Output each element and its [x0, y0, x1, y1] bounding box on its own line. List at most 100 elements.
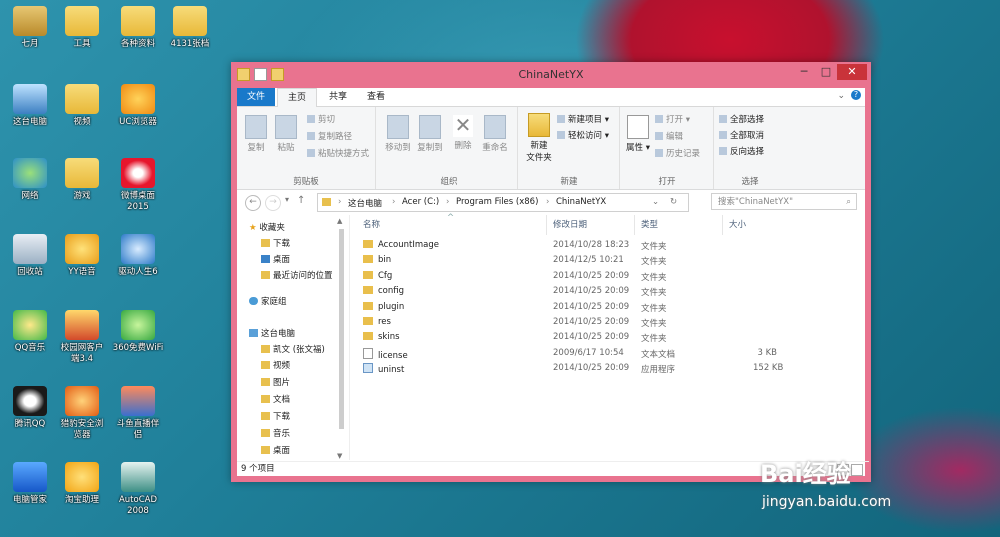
easy-access-button[interactable]: 轻松访问 ▾ [557, 129, 609, 141]
file-row[interactable]: plugin 2014/10/25 20:09 文件夹 [357, 301, 862, 316]
nav-pc-item[interactable]: 桌面 [261, 444, 290, 456]
paste-shortcut-button[interactable]: 粘贴快捷方式 [307, 147, 369, 159]
column-size[interactable]: 大小 [723, 215, 783, 235]
desktop-icon-weibo[interactable]: 微博桌面 2015 [108, 158, 168, 213]
file-row[interactable]: uninst 2014/10/25 20:09 应用程序 152 KB [357, 362, 862, 377]
breadcrumb[interactable]: › 这台电脑 › Acer (C:) › Program Files (x86)… [317, 193, 689, 212]
copy-path-button[interactable]: 复制路径 [307, 130, 352, 142]
file-row[interactable]: res 2014/10/25 20:09 文件夹 [357, 316, 862, 331]
nav-pc-item[interactable]: 下载 [261, 410, 290, 422]
nav-desktop[interactable]: 桌面 [261, 253, 290, 265]
desktop-icon-network[interactable]: 网络 [0, 158, 60, 202]
nav-pc-item[interactable]: 音乐 [261, 427, 290, 439]
desktop-icon-thispc[interactable]: 这台电脑 [0, 84, 60, 128]
up-button[interactable]: ↑ [297, 195, 305, 206]
desktop-icon-video[interactable]: 视频 [52, 84, 112, 128]
delete-button[interactable]: ✕ 删除 [451, 115, 475, 151]
desktop-icon-materials[interactable]: 各种资料 [108, 6, 168, 50]
desktop-icon-qqmusic[interactable]: QQ音乐 [0, 310, 60, 354]
column-name[interactable]: 名称 ^ [357, 213, 547, 235]
open-button[interactable]: 打开 ▾ [655, 113, 690, 125]
tab-home[interactable]: 主页 [277, 88, 318, 107]
file-row[interactable]: skins 2014/10/25 20:09 文件夹 [357, 331, 862, 346]
scroll-down-icon[interactable]: ▼ [337, 452, 342, 460]
search-input[interactable]: 搜索"ChinaNetYX" ⌕ [711, 193, 857, 210]
recent-locations-icon[interactable]: ▾ [285, 195, 289, 204]
desktop-icon-uc[interactable]: UC浏览器 [108, 84, 168, 128]
file-date: 2014/10/25 20:09 [553, 317, 630, 327]
paste-button[interactable]: 粘贴 [273, 115, 299, 153]
desktop-icon-recycle[interactable]: 回收站 [0, 234, 60, 278]
crumb-thispc[interactable]: 这台电脑 [348, 197, 382, 209]
back-button[interactable]: ← [245, 195, 261, 211]
window-controls: ─ □ ✕ [793, 64, 867, 80]
file-row[interactable]: AccountImage 2014/10/28 18:23 文件夹 [357, 239, 862, 254]
nav-recent[interactable]: 最近访问的位置 [261, 269, 333, 281]
copy-button[interactable]: 复制 [243, 115, 269, 153]
tab-view[interactable]: 查看 [357, 88, 395, 106]
desktop-icon-qq[interactable]: 腾讯QQ [0, 386, 60, 430]
desktop-icon-taobao[interactable]: 淘宝助理 [52, 462, 112, 506]
nav-thispc[interactable]: 这台电脑 [249, 327, 295, 339]
scrollbar-thumb[interactable] [339, 229, 344, 429]
desktop-icon-guanjia[interactable]: 电脑管家 [0, 462, 60, 506]
file-type: 文件夹 [641, 303, 667, 314]
cut-button[interactable]: 剪切 [307, 113, 335, 125]
rename-button[interactable]: 重命名 [479, 115, 511, 153]
history-button[interactable]: 历史记录 [655, 147, 700, 159]
desktop-icon-douyu[interactable]: 斗鱼直播伴 侣 [108, 386, 168, 441]
desktop-icon-driver[interactable]: 驱动人生6 [108, 234, 168, 278]
nav-pc-item[interactable]: 文档 [261, 393, 290, 405]
title-bar[interactable]: ChinaNetYX ─ □ ✕ [231, 62, 871, 88]
forward-button[interactable]: → [265, 195, 281, 211]
file-row[interactable]: license 2009/6/17 10:54 文本文档 3 KB [357, 347, 862, 362]
desktop-icon-liebao[interactable]: 猎豹安全浏 览器 [52, 386, 112, 441]
chevron-down-icon[interactable]: ⌄ [652, 197, 659, 207]
tab-share[interactable]: 共享 [319, 88, 357, 106]
desktop-icon-tools[interactable]: 工具 [52, 6, 112, 50]
file-row[interactable]: bin 2014/12/5 10:21 文件夹 [357, 254, 862, 269]
folder-icon [173, 6, 207, 36]
desktop-icon-pics[interactable]: 4131张档 [160, 6, 220, 50]
crumb-current[interactable]: ChinaNetYX [556, 197, 606, 207]
maximize-button[interactable]: □ [815, 64, 837, 80]
nav-pc-item[interactable]: 凯文 (张文福) [261, 343, 325, 355]
nav-pc-item[interactable]: 视频 [261, 359, 290, 371]
properties-button[interactable]: 属性 ▾ [625, 115, 651, 153]
crumb-drive[interactable]: Acer (C:) [402, 197, 439, 207]
select-none-button[interactable]: 全部取消 [719, 129, 764, 141]
scroll-up-icon[interactable]: ▲ [337, 217, 342, 225]
move-to-button[interactable]: 移动到 [383, 115, 413, 153]
desktop-icon-qiyue[interactable]: 七月 [0, 6, 60, 50]
tab-file[interactable]: 文件 [237, 88, 276, 106]
minimize-button[interactable]: ─ [793, 64, 815, 80]
nav-pc-item[interactable]: 图片 [261, 376, 290, 388]
weibo-icon [121, 158, 155, 188]
edit-button[interactable]: 编辑 [655, 130, 683, 142]
select-all-button[interactable]: 全部选择 [719, 113, 764, 125]
column-type[interactable]: 类型 [635, 215, 723, 235]
desktop-icon-autocad[interactable]: AutoCAD 2008 [108, 462, 168, 517]
new-item-button[interactable]: 新建项目 ▾ [557, 113, 609, 125]
file-row[interactable]: config 2014/10/25 20:09 文件夹 [357, 285, 862, 300]
copy-to-button[interactable]: 复制到 [415, 115, 445, 153]
desktop-icon-campus[interactable]: 校园网客户 端3.4 [52, 310, 112, 365]
collapse-ribbon-icon[interactable]: ⌄ [837, 91, 845, 101]
new-folder-button[interactable]: 新建 文件夹 [523, 113, 555, 163]
desktop-icon [261, 255, 270, 263]
nav-scrollbar[interactable]: ▲ ▼ [337, 217, 346, 460]
file-row[interactable]: Cfg 2014/10/25 20:09 文件夹 [357, 270, 862, 285]
nav-homegroup[interactable]: 家庭组 [249, 295, 287, 307]
large-icons-view-icon[interactable] [851, 464, 863, 476]
desktop-icon-games[interactable]: 游戏 [52, 158, 112, 202]
desktop-icon-yy[interactable]: YY语音 [52, 234, 112, 278]
refresh-icon[interactable]: ↻ [670, 197, 677, 207]
desktop-icon-360wifi[interactable]: 360免费WiFi [108, 310, 168, 354]
nav-downloads[interactable]: 下载 [261, 237, 290, 249]
help-icon[interactable]: ? [851, 90, 861, 100]
column-date[interactable]: 修改日期 [547, 215, 635, 235]
close-button[interactable]: ✕ [837, 64, 867, 80]
invert-selection-button[interactable]: 反向选择 [719, 145, 764, 157]
crumb-programfiles[interactable]: Program Files (x86) [456, 197, 538, 207]
nav-favorites[interactable]: ★ 收藏夹 [249, 221, 285, 233]
